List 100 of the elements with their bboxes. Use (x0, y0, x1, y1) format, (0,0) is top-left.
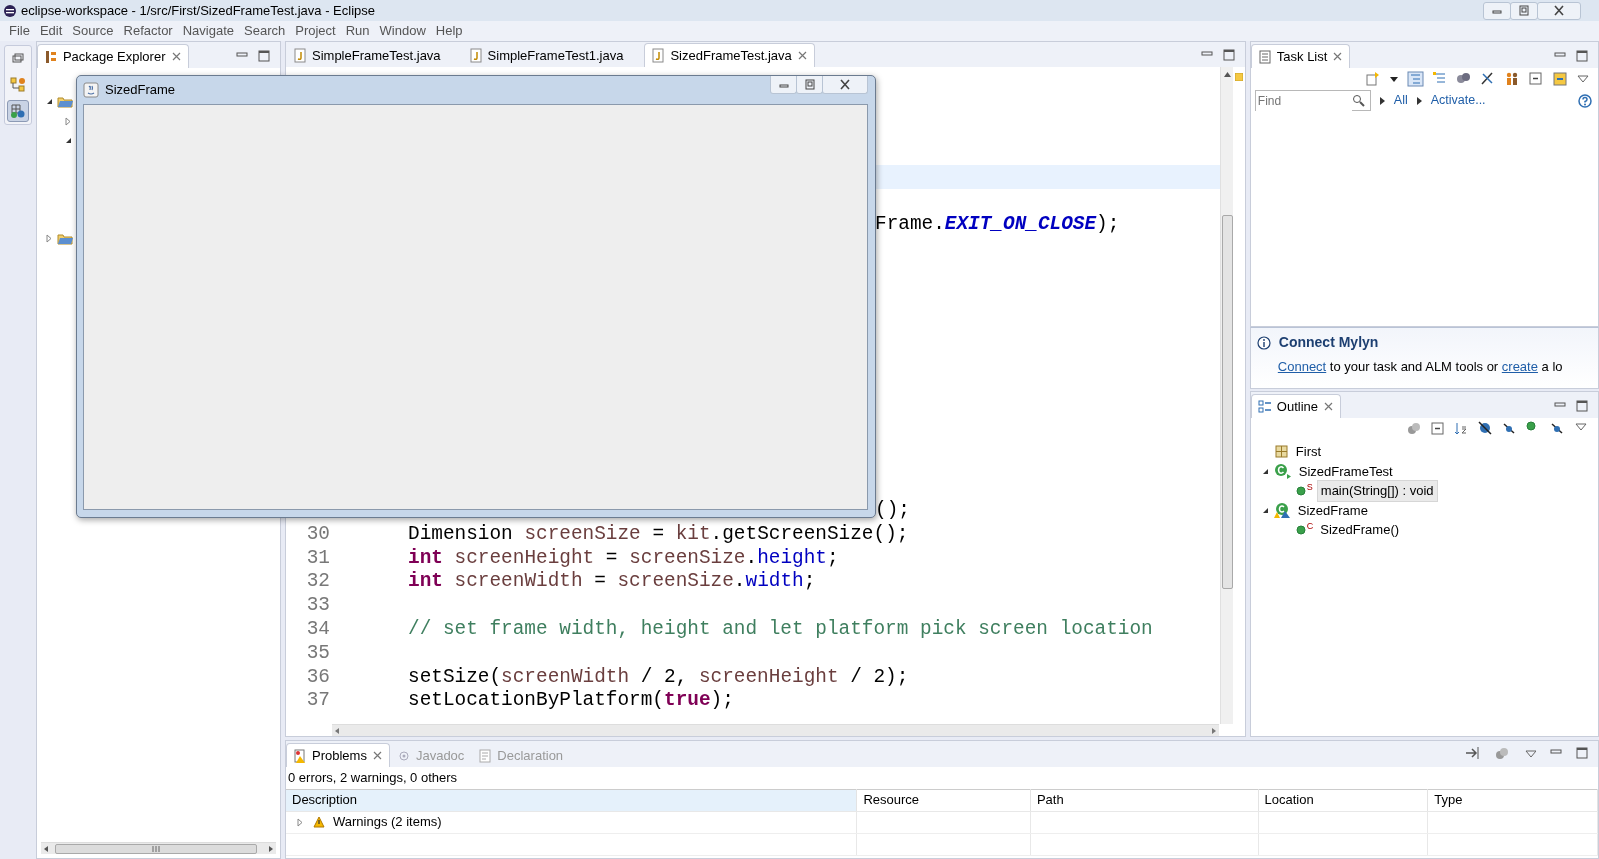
search-icon (1351, 94, 1365, 107)
focus-icon[interactable] (1464, 745, 1480, 761)
column-header[interactable]: Resource (856, 789, 1031, 811)
project-folder-icon (56, 94, 74, 110)
menu-item[interactable]: Refactor (118, 21, 178, 41)
menu-item[interactable]: Run (340, 21, 375, 41)
info-icon (1256, 335, 1271, 350)
view-menu-icon[interactable] (1576, 73, 1590, 85)
modifier-marker: S (1306, 481, 1313, 494)
line-number: 36 (305, 664, 331, 690)
tree-item[interactable]: Warnings (2 items) (333, 812, 442, 832)
minimize-button[interactable] (770, 76, 797, 94)
outline-item[interactable]: First (1292, 442, 1325, 462)
maximize-icon[interactable] (1576, 400, 1588, 412)
outline-item[interactable]: SizedFrameTest (1295, 461, 1396, 481)
eclipse-icon (3, 3, 17, 18)
view-tab[interactable]: Package Explorer (36, 44, 189, 68)
editor-tab[interactable]: SizedFrameTest.java (644, 43, 815, 68)
focus-icon[interactable] (1552, 71, 1568, 87)
collapsed-arrow-icon[interactable] (63, 116, 73, 126)
menu-item[interactable]: Search (239, 21, 291, 41)
class-icon (1273, 501, 1291, 519)
close-button[interactable] (822, 76, 868, 94)
editor-tab[interactable]: SimpleFrameTest1.java (461, 43, 631, 68)
line-number: 37 (305, 688, 331, 714)
hierarchy-icon[interactable] (9, 77, 26, 93)
link[interactable]: create (1501, 359, 1538, 374)
help-icon[interactable] (1578, 93, 1592, 108)
frame-title: SizedFrame (105, 81, 176, 100)
code-line: // set frame width, height and let platform pick screen location (407, 616, 1153, 642)
link[interactable]: Activate... (1430, 91, 1486, 110)
scroll-up-icon[interactable] (1222, 71, 1232, 79)
perspective-icon[interactable] (9, 103, 26, 119)
close-icon[interactable] (1332, 51, 1344, 62)
link[interactable]: Connect (1277, 359, 1327, 374)
line-number: 32 (305, 569, 331, 595)
close-icon[interactable] (170, 51, 182, 62)
restore-icon (802, 78, 817, 91)
outline-item[interactable]: SizedFrame() (1317, 520, 1403, 540)
search-field[interactable]: Find (1254, 90, 1371, 111)
view-tab[interactable]: Problems (286, 743, 390, 767)
code-line: setLocationByPlatform(true); (407, 688, 734, 714)
editor-tab[interactable]: SimpleFrameTest.java (286, 43, 448, 68)
maximize-icon[interactable] (1222, 49, 1235, 62)
declaration-icon (478, 748, 493, 763)
warning-marker-icon (1234, 73, 1243, 82)
collapsed-arrow-icon[interactable] (296, 817, 305, 827)
close-icon[interactable] (796, 50, 808, 62)
view-tab[interactable]: Outline (1250, 394, 1341, 418)
line-number: 30 (305, 521, 331, 547)
restore-button[interactable] (796, 76, 823, 94)
java-file-icon (468, 48, 483, 64)
summary-text: 0 errors, 2 warnings, 0 others (287, 769, 459, 787)
outline-item[interactable]: SizedFrame (1294, 500, 1371, 520)
collapse-all-icon[interactable] (1528, 71, 1544, 87)
collapse-all-icon[interactable] (1430, 421, 1446, 435)
menu-item[interactable]: Source (67, 21, 119, 41)
outline-icon (1257, 399, 1272, 414)
grip-icon (151, 845, 160, 852)
caret-icon[interactable] (1389, 75, 1399, 83)
code-line: int screenWidth = screenSize.width; (407, 569, 816, 595)
column-header[interactable]: Description (286, 789, 857, 811)
expand-arrow-icon (1415, 95, 1423, 106)
code-line: int screenHeight = screenSize.height; (407, 545, 839, 571)
column-header[interactable]: Path (1030, 789, 1259, 811)
close-icon[interactable] (1323, 401, 1334, 412)
close-icon (838, 78, 852, 91)
method-icon (1295, 485, 1306, 496)
menu-item[interactable]: Project (290, 21, 341, 41)
line-number: 33 (305, 593, 331, 619)
java-file-icon (293, 48, 307, 64)
menu-item[interactable]: Help (430, 21, 468, 41)
package-explorer-icon (43, 49, 58, 64)
code-line: (); (874, 498, 910, 523)
collapsed-arrow-icon[interactable] (44, 233, 54, 243)
column-header[interactable]: Type (1427, 789, 1598, 811)
outline-item[interactable]: main(String[]) : void (1316, 480, 1438, 502)
close-icon[interactable] (371, 750, 383, 761)
hide-fields-icon[interactable] (1478, 421, 1494, 435)
menu-item[interactable]: Edit (34, 21, 68, 41)
scroll-thumb[interactable] (54, 843, 257, 854)
scroll-thumb[interactable] (1221, 215, 1233, 590)
restore-button[interactable] (1510, 1, 1538, 20)
line-number: 31 (305, 545, 331, 571)
menu-item[interactable]: Window (374, 21, 431, 41)
link[interactable]: All (1393, 91, 1408, 110)
column-header[interactable]: Location (1258, 789, 1428, 811)
maximize-icon[interactable] (258, 50, 270, 62)
warning-icon (313, 816, 325, 828)
line-number: 34 (305, 616, 331, 642)
maximize-icon[interactable] (1576, 747, 1588, 759)
menu-item[interactable]: Navigate (177, 21, 239, 41)
close-button[interactable] (1537, 1, 1581, 20)
view-tab[interactable]: Task List (1250, 44, 1351, 68)
package-icon (1273, 444, 1289, 460)
maximize-icon[interactable] (1576, 50, 1588, 62)
view-menu-icon[interactable] (1524, 748, 1536, 758)
minimize-button[interactable] (1483, 1, 1511, 20)
expand-arrow-icon (1378, 95, 1386, 106)
menu-item[interactable]: File (4, 21, 35, 41)
